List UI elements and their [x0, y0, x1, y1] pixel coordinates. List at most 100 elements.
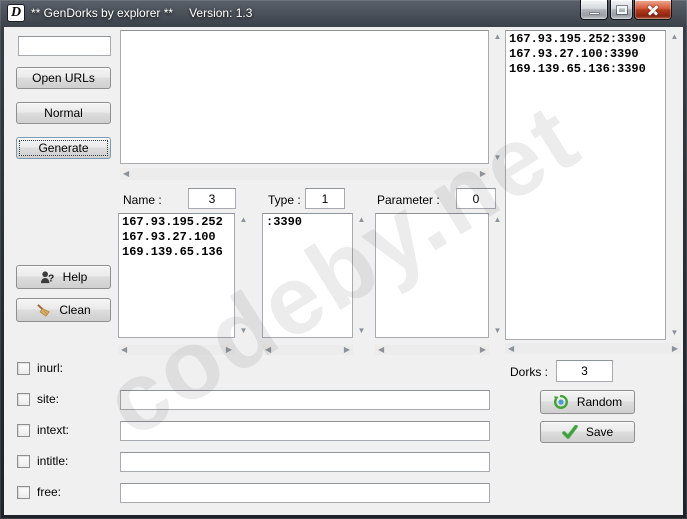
intitle-checkbox-row: intitle:	[17, 454, 68, 468]
free-checkbox[interactable]	[17, 485, 30, 499]
check-icon	[561, 425, 578, 439]
name-label: Name :	[123, 193, 162, 207]
output-horizontal-scrollbar[interactable]: ◀ ▶	[120, 168, 489, 180]
minimize-button[interactable]	[580, 0, 608, 20]
list-item: 167.93.195.252	[122, 215, 223, 229]
list-item: 167.93.27.100	[122, 230, 216, 244]
parameter-vertical-scrollbar[interactable]: ▲ ▼	[491, 214, 504, 337]
output-textarea[interactable]	[120, 30, 489, 164]
parameter-count-input[interactable]	[456, 188, 496, 209]
parameter-label: Parameter :	[377, 193, 440, 207]
results-horizontal-scrollbar[interactable]: ◀ ▶	[505, 343, 681, 354]
generate-label: Generate	[38, 141, 89, 155]
intext-label: intext:	[37, 423, 70, 437]
client-area: Open URLs Normal Generate ? Help Clean ▲…	[4, 27, 683, 515]
random-label: Random	[576, 395, 623, 409]
dorks-label: Dorks :	[510, 365, 549, 379]
scroll-down-icon[interactable]: ▼	[358, 327, 366, 335]
parameter-listbox[interactable]	[375, 213, 489, 338]
free-input[interactable]	[120, 483, 490, 503]
scroll-left-icon[interactable]: ◀	[265, 346, 271, 354]
scroll-left-icon[interactable]: ◀	[121, 346, 127, 354]
scroll-down-icon[interactable]: ▼	[240, 327, 248, 335]
titlebar[interactable]: D ** GenDorks by explorer ** Version: 1.3	[0, 0, 687, 27]
clean-button[interactable]: Clean	[16, 298, 111, 322]
maximize-button[interactable]	[610, 0, 633, 20]
scroll-right-icon[interactable]: ▶	[480, 346, 486, 354]
random-button[interactable]: Random	[540, 390, 635, 414]
broom-icon	[37, 303, 51, 317]
site-checkbox[interactable]	[17, 392, 30, 406]
scroll-up-icon[interactable]: ▲	[240, 216, 248, 224]
help-button[interactable]: ? Help	[16, 265, 111, 289]
intitle-checkbox[interactable]	[17, 454, 30, 468]
parameter-horizontal-scrollbar[interactable]: ◀ ▶	[375, 345, 489, 355]
results-vertical-scrollbar[interactable]: ▲ ▼	[668, 31, 681, 339]
site-checkbox-row: site:	[17, 392, 59, 406]
help-label: Help	[62, 270, 88, 284]
generate-button[interactable]: Generate	[16, 137, 111, 159]
scroll-right-icon[interactable]: ▶	[344, 346, 350, 354]
window-title: ** GenDorks by explorer ** Version: 1.3	[31, 6, 252, 20]
free-label: free:	[37, 485, 62, 499]
list-item: 169.139.65.136	[122, 245, 223, 259]
list-item: 167.93.27.100:3390	[509, 47, 639, 61]
close-button[interactable]	[634, 0, 672, 20]
type-horizontal-scrollbar[interactable]: ◀ ▶	[262, 345, 353, 355]
type-listbox[interactable]: :3390	[262, 213, 353, 338]
scroll-left-icon[interactable]: ◀	[508, 344, 514, 353]
scroll-down-icon[interactable]: ▼	[494, 327, 502, 335]
window-title-text: ** GenDorks by explorer **	[31, 6, 174, 20]
help-person-icon: ?	[40, 270, 54, 284]
inurl-checkbox[interactable]	[17, 361, 30, 375]
svg-text:?: ?	[48, 273, 54, 284]
scroll-right-icon[interactable]: ▶	[672, 344, 678, 353]
site-label: site:	[37, 392, 60, 406]
intitle-input[interactable]	[120, 452, 490, 472]
intitle-label: intitle:	[37, 454, 69, 468]
name-count-input[interactable]	[188, 188, 236, 209]
window-version-text: Version: 1.3	[189, 6, 253, 20]
normal-button[interactable]: Normal	[16, 102, 111, 124]
open-urls-button[interactable]: Open URLs	[16, 67, 111, 89]
type-label: Type :	[268, 193, 301, 207]
dorks-count-input[interactable]	[556, 360, 613, 382]
list-item: 167.93.195.252:3390	[509, 32, 646, 46]
scroll-up-icon[interactable]: ▲	[494, 216, 502, 224]
maximize-icon	[615, 4, 628, 15]
scroll-up-icon[interactable]: ▲	[494, 33, 502, 41]
intext-checkbox[interactable]	[17, 423, 30, 437]
save-button[interactable]: Save	[540, 421, 635, 443]
name-horizontal-scrollbar[interactable]: ◀ ▶	[118, 345, 235, 355]
name-listbox[interactable]: 167.93.195.252 167.93.27.100 169.139.65.13…	[118, 213, 235, 338]
scroll-left-icon[interactable]: ◀	[123, 170, 129, 178]
refresh-icon	[553, 395, 568, 409]
inurl-checkbox-row: inurl:	[17, 361, 63, 375]
scroll-right-icon[interactable]: ▶	[480, 170, 486, 178]
output-vertical-scrollbar[interactable]: ▲ ▼	[491, 31, 504, 164]
scroll-left-icon[interactable]: ◀	[378, 346, 384, 354]
scroll-up-icon[interactable]: ▲	[671, 33, 679, 41]
scroll-right-icon[interactable]: ▶	[226, 346, 232, 354]
results-listbox[interactable]: 167.93.195.252:3390 167.93.27.100:3390 169…	[505, 30, 666, 340]
list-item: :3390	[266, 215, 303, 229]
scroll-down-icon[interactable]: ▼	[494, 154, 502, 162]
inurl-label: inurl:	[37, 361, 64, 375]
scroll-up-icon[interactable]: ▲	[358, 216, 366, 224]
keyword-input[interactable]	[18, 36, 111, 56]
site-input[interactable]	[120, 390, 490, 410]
name-vertical-scrollbar[interactable]: ▲ ▼	[237, 214, 250, 337]
type-vertical-scrollbar[interactable]: ▲ ▼	[355, 214, 368, 337]
open-urls-label: Open URLs	[32, 71, 95, 85]
scroll-down-icon[interactable]: ▼	[671, 329, 679, 337]
free-checkbox-row: free:	[17, 485, 61, 499]
close-icon	[647, 4, 659, 15]
clean-label: Clean	[59, 303, 91, 317]
intext-input[interactable]	[120, 421, 490, 441]
intext-checkbox-row: intext:	[17, 423, 69, 437]
list-item: 169.139.65.136:3390	[509, 62, 646, 76]
app-icon: D	[7, 4, 25, 22]
normal-label: Normal	[44, 106, 83, 120]
minimize-icon	[588, 11, 600, 15]
type-count-input[interactable]	[305, 188, 345, 209]
